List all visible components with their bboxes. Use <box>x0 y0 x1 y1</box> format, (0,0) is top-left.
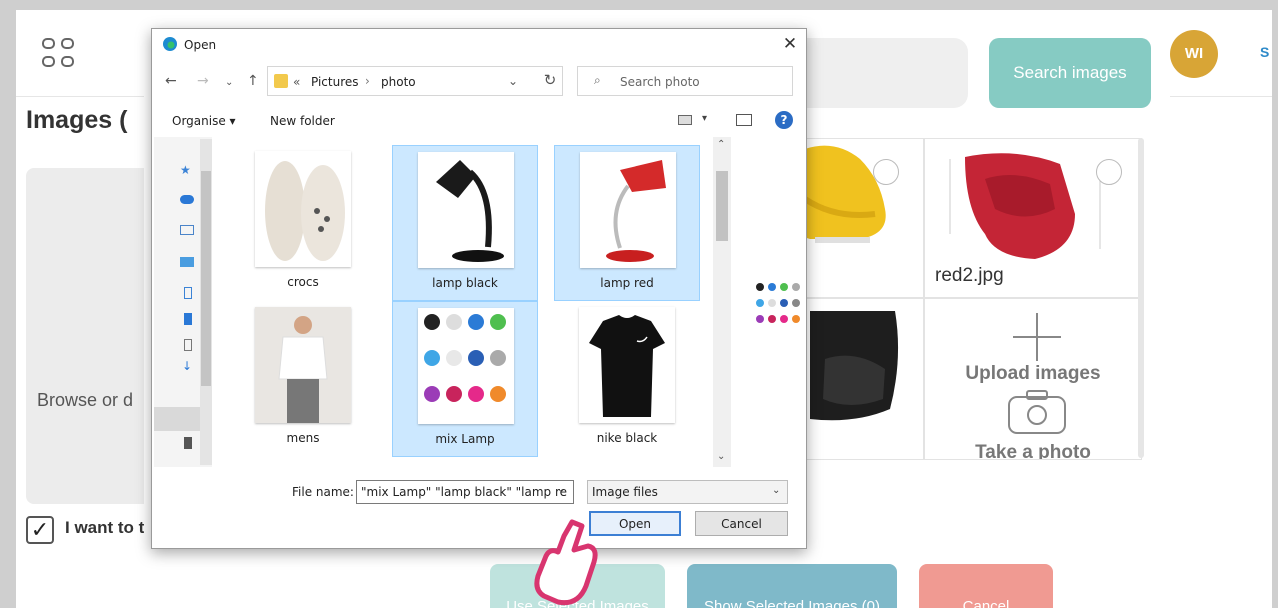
lamp-red-thumbnail <box>580 152 676 268</box>
image-filename: red2.jpg <box>935 265 1004 286</box>
edge-browser-icon <box>163 37 177 51</box>
lamps-preview-icon <box>756 283 800 323</box>
avatar[interactable]: WI <box>1170 30 1218 78</box>
camera-icon <box>1008 390 1066 434</box>
chevron-down-icon: ⌄ <box>772 485 781 496</box>
breadcrumb-photo[interactable]: photo <box>381 75 416 89</box>
scroll-up-icon[interactable]: ⌃ <box>717 139 725 150</box>
scroll-down-icon[interactable]: ⌄ <box>717 451 725 462</box>
file-name: lamp red <box>600 276 654 290</box>
apps-grid-icon[interactable] <box>42 38 76 72</box>
chevron-down-icon[interactable]: ⌄ <box>557 484 565 495</box>
breadcrumb-overflow[interactable]: « <box>293 75 300 89</box>
nav-selected-item[interactable] <box>154 407 200 431</box>
search-images-button[interactable]: Search images <box>989 38 1151 108</box>
file-name: mens <box>286 431 320 445</box>
quick-access-star-icon[interactable]: ★ <box>180 163 191 177</box>
show-selected-images-button[interactable]: Show Selected Images (0) <box>687 564 897 608</box>
recent-locations-icon[interactable]: ⌄ <box>225 77 233 88</box>
downloads-icon[interactable]: ↓ <box>182 359 192 373</box>
file-item-crocs[interactable]: crocs <box>230 145 376 301</box>
new-folder-button[interactable]: New folder <box>270 114 335 128</box>
file-item-mens[interactable]: mens <box>230 301 376 457</box>
file-name: nike black <box>596 431 658 445</box>
screen: WI S Images ( Browse or d ✓ I want to t … <box>0 0 1278 608</box>
navigation-pane[interactable]: ★ ↓ <box>154 137 212 467</box>
this-pc-icon[interactable] <box>180 257 194 267</box>
file-name: mix Lamp <box>435 432 495 446</box>
dialog-title: Open <box>184 38 217 52</box>
breadcrumb-separator: › <box>365 74 370 88</box>
crocs-thumbnail <box>255 151 351 267</box>
mens-thumbnail <box>255 307 351 423</box>
page-title: Images ( <box>26 106 128 134</box>
upload-tile[interactable]: Upload images Take a photo <box>924 298 1142 460</box>
file-list: crocs lamp black lamp red mens mix Lamp … <box>214 137 734 467</box>
tile-select-radio[interactable] <box>873 159 899 185</box>
forward-arrow-icon[interactable]: → <box>197 73 209 89</box>
file-name-input[interactable]: "mix Lamp" "lamp black" "lamp re <box>356 480 574 504</box>
file-item-mix-lamp[interactable]: mix Lamp <box>392 301 538 457</box>
upload-images-label: Upload images <box>965 363 1101 384</box>
help-icon[interactable]: ? <box>775 111 793 129</box>
cancel-button[interactable]: Cancel <box>695 511 788 536</box>
organise-menu[interactable]: Organise ▾ <box>172 114 236 128</box>
hand-pointer-icon <box>534 519 598 606</box>
file-item-lamp-black[interactable]: lamp black <box>392 145 538 301</box>
view-options-icon[interactable] <box>678 115 692 125</box>
tile-select-radio[interactable] <box>1096 159 1122 185</box>
search-icon: ⌕ <box>594 73 601 87</box>
address-bar[interactable]: « Pictures › photo ⌄ <box>267 66 563 96</box>
consent-checkbox[interactable]: ✓ <box>26 516 54 544</box>
back-arrow-icon[interactable]: ← <box>165 73 177 89</box>
file-list-scrollbar[interactable]: ⌃ ⌄ <box>713 137 731 467</box>
folder-icon <box>274 74 288 88</box>
drop-zone-text: Browse or d <box>37 390 134 410</box>
drive-icon[interactable] <box>184 437 192 449</box>
books-icon[interactable] <box>184 313 192 325</box>
file-open-dialog: Open ✕ ← → ⌄ ↑ « Pictures › photo ⌄ ↻ ⌕ … <box>151 28 807 549</box>
up-arrow-icon[interactable]: ↑ <box>247 73 259 89</box>
close-icon[interactable]: ✕ <box>778 32 802 56</box>
file-item-lamp-red[interactable]: lamp red <box>554 145 700 301</box>
consent-label: I want to t <box>65 518 145 537</box>
file-item-nike-black[interactable]: nike black <box>554 301 700 457</box>
onedrive-icon[interactable] <box>180 195 194 204</box>
file-name: lamp black <box>432 276 498 290</box>
file-name: crocs <box>287 275 319 289</box>
breadcrumb-pictures[interactable]: Pictures <box>311 75 359 89</box>
take-photo-label: Take a photo <box>975 442 1091 460</box>
plus-icon <box>1013 313 1061 361</box>
nav-link-partial[interactable]: S <box>1260 44 1269 60</box>
view-dropdown-icon[interactable]: ▾ <box>702 113 707 124</box>
lamp-black-thumbnail <box>418 152 514 268</box>
file-name-label: File name: <box>292 485 354 499</box>
documents-icon[interactable] <box>184 287 192 299</box>
desktop-icon[interactable] <box>180 225 194 235</box>
search-placeholder: Search photo <box>620 75 700 89</box>
file-name-value: "mix Lamp" "lamp black" "lamp re <box>361 485 568 499</box>
file-icon[interactable] <box>184 339 192 351</box>
search-photo-input[interactable]: ⌕ Search photo <box>577 66 793 96</box>
modal-cancel-button[interactable]: Cancel <box>919 564 1053 608</box>
nav-scroll-thumb[interactable] <box>201 171 211 386</box>
modal-scrollbar[interactable] <box>1138 138 1144 458</box>
file-type-select[interactable]: Image files ⌄ <box>587 480 788 504</box>
nike-black-thumbnail <box>579 307 675 423</box>
refresh-icon[interactable]: ↻ <box>535 66 565 96</box>
image-tile[interactable]: red2.jpg <box>924 138 1142 298</box>
file-type-value: Image files <box>592 485 658 499</box>
image-grid: red2.jpg Upload images Take a photo <box>764 138 1142 460</box>
chevron-down-icon[interactable]: ⌄ <box>508 74 518 88</box>
mix-lamp-thumbnail <box>418 308 514 424</box>
preview-pane-icon[interactable] <box>736 114 752 126</box>
scroll-thumb[interactable] <box>716 171 728 241</box>
